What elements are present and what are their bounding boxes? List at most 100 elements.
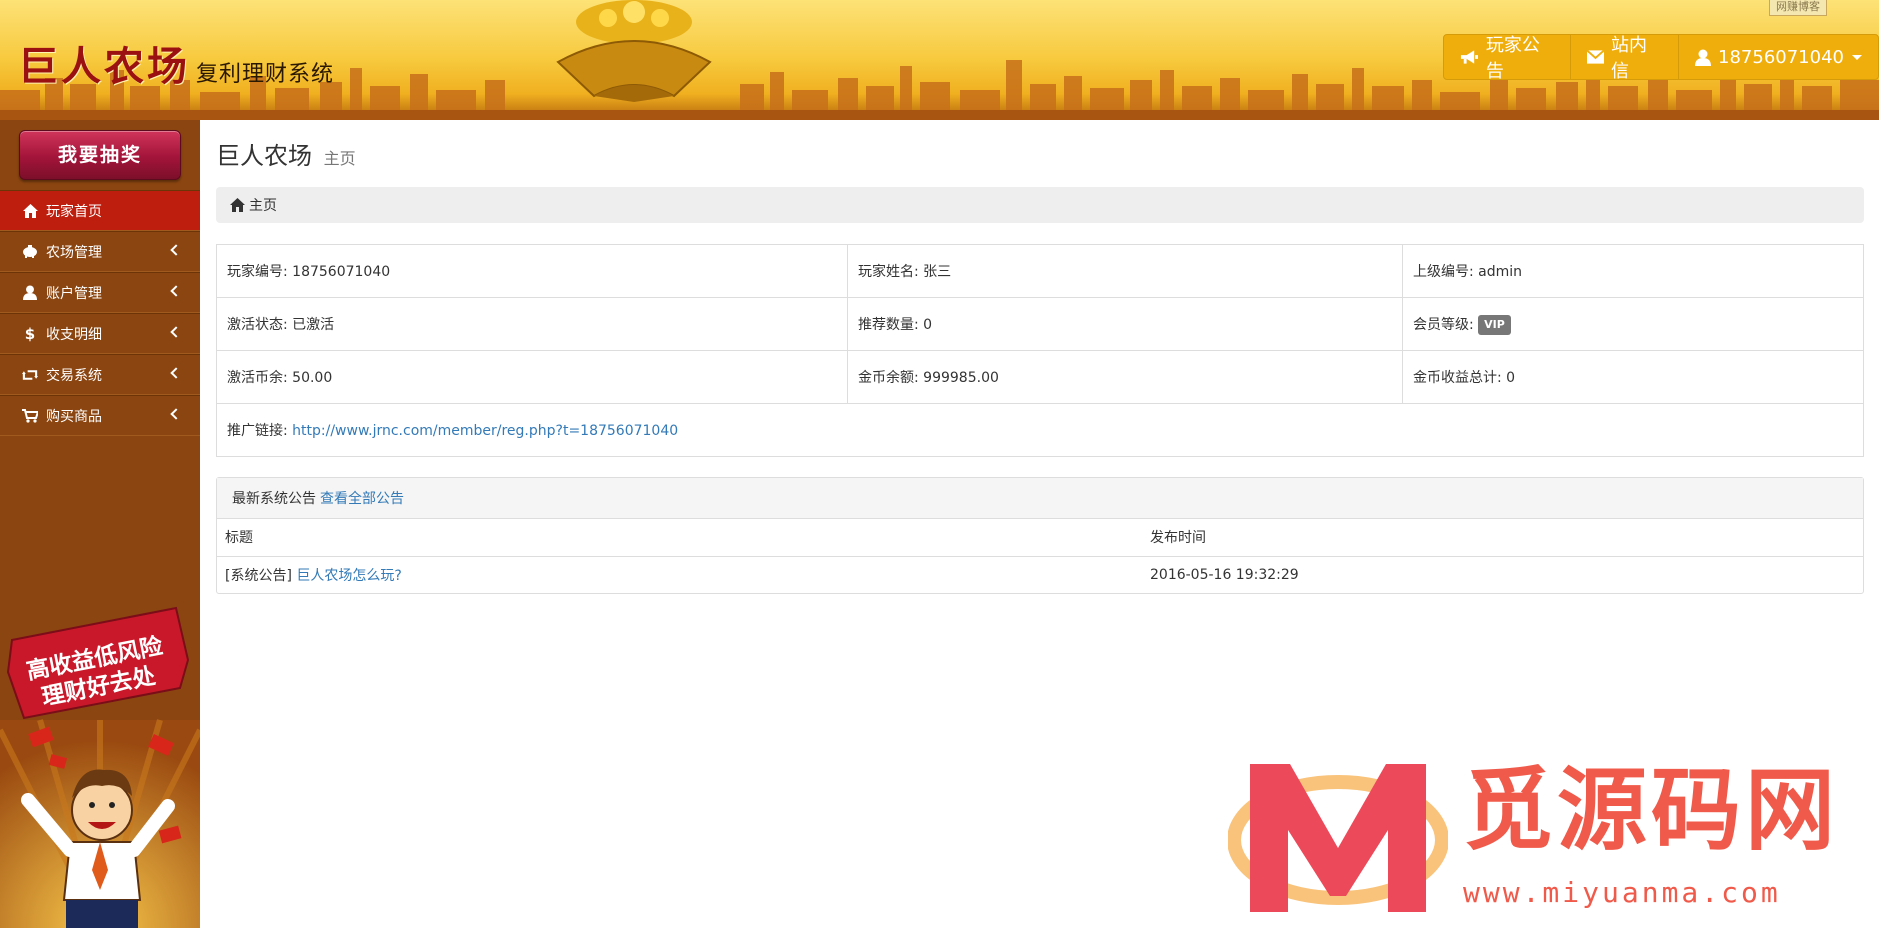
referrals-value: 0 [923,317,933,333]
sidebar-item-label: 账户管理 [46,285,102,302]
referrals-cell: 推荐数量: 0 [847,297,1403,351]
sidebar-item-label: 农场管理 [46,244,102,261]
table-row: 激活状态: 已激活 推荐数量: 0 会员等级: VIP [216,297,1864,351]
chevron-left-icon [170,244,182,256]
player-id-label: 玩家编号: [227,264,288,280]
player-id-cell: 玩家编号: 18756071040 [216,244,848,298]
sidebar-item-label: 玩家首页 [46,203,102,220]
nav-announcements[interactable]: 玩家公告 [1444,35,1571,79]
corner-tag[interactable]: 网赚博客 [1769,0,1827,16]
gold-balance-value: 999985.00 [923,370,999,386]
promo-banner-image: 高收益低风险 理财好去处 [0,560,200,928]
column-header-time: 发布时间 [1142,519,1863,557]
vip-badge: VIP [1478,314,1511,335]
activation-coins-label: 激活币余: [227,370,288,386]
gold-balance-cell: 金币余额: 999985.00 [847,350,1403,404]
referrals-label: 推荐数量: [858,317,919,333]
view-all-announcements-link[interactable]: 查看全部公告 [320,488,404,508]
parent-id-cell: 上级编号: admin [1402,244,1864,298]
breadcrumb: 主页 [216,187,1864,223]
nav-user-menu[interactable]: 18756071040 [1679,35,1878,79]
sidebar-item-home[interactable]: 玩家首页 [0,190,200,231]
chevron-left-icon [170,326,182,338]
breadcrumb-item-home[interactable]: 主页 [249,195,277,215]
brand-subtitle: 复利理财系统 [196,62,335,87]
caret-down-icon [1852,54,1862,60]
player-id-value: 18756071040 [292,264,391,280]
envelope-icon [1587,50,1604,64]
page-subtitle: 主页 [323,149,356,168]
brand-logo[interactable]: 巨人农场 复利理财系统 [18,34,334,92]
home-icon [22,203,38,219]
lottery-button[interactable]: 我要抽奖 [19,130,181,180]
gold-income-label: 金币收益总计: [1413,370,1502,386]
table-row: 推广链接: http://www.jrnc.com/member/reg.php… [216,403,1864,457]
announcements-panel: 最新系统公告 查看全部公告 标题 发布时间 [系统公告] 巨人农场怎么玩? 20… [216,477,1864,594]
piggy-bank-icon [22,244,38,260]
chevron-left-icon [170,285,182,297]
bullhorn-icon [1460,50,1478,64]
sidebar-item-account[interactable]: 账户管理 [0,272,200,313]
sidebar-menu: 玩家首页 农场管理 账户管理 $ 收支明细 交易系统 购买商品 [0,190,200,436]
main-content: 巨人农场 主页 主页 玩家编号: 18756071040 玩家姓名: 张三 上级… [216,120,1864,594]
player-name-cell: 玩家姓名: 张三 [847,244,1403,298]
gold-balance-label: 金币余额: [858,370,919,386]
sidebar-item-label: 交易系统 [46,367,102,384]
announcements-heading: 最新系统公告 查看全部公告 [217,478,1863,519]
activation-coins-value: 50.00 [292,370,333,386]
member-level-label: 会员等级: [1413,316,1474,333]
chevron-left-icon [170,367,182,379]
activation-value: 已激活 [292,317,335,333]
table-row: 激活币余: 50.00 金币余额: 999985.00 金币收益总计: 0 [216,350,1864,404]
promo-link-label: 推广链接: [227,423,288,439]
activation-cell: 激活状态: 已激活 [216,297,848,351]
watermark-text: 觅源码网 [1463,758,1839,863]
top-nav: 玩家公告 站内信 18756071040 [1443,34,1879,80]
sidebar-item-label: 收支明细 [46,326,102,343]
nav-messages[interactable]: 站内信 [1571,35,1680,80]
gold-income-cell: 金币收益总计: 0 [1402,350,1864,404]
parent-id-label: 上级编号: [1413,264,1474,280]
sidebar-item-trade[interactable]: 交易系统 [0,354,200,395]
chevron-left-icon [170,408,182,420]
activation-coins-cell: 激活币余: 50.00 [216,350,848,404]
member-level-cell: 会员等级: VIP [1402,297,1864,351]
announcement-link[interactable]: 巨人农场怎么玩? [296,568,401,584]
page-title-text: 巨人农场 [216,142,312,170]
brand-title: 巨人农场 [18,43,190,90]
announcement-time: 2016-05-16 19:32:29 [1150,566,1299,583]
user-icon [1695,49,1712,66]
watermark-url: www.miyuanma.com [1463,876,1781,909]
home-icon [230,198,245,212]
shopping-cart-icon [22,408,38,424]
sidebar-item-farm[interactable]: 农场管理 [0,231,200,272]
parent-id-value: admin [1478,264,1523,280]
player-info-table: 玩家编号: 18756071040 玩家姓名: 张三 上级编号: admin 激… [216,244,1864,457]
promo-link-cell: 推广链接: http://www.jrnc.com/member/reg.php… [216,403,1864,457]
sidebar-item-shop[interactable]: 购买商品 [0,395,200,436]
top-header: 巨人农场 复利理财系统 网赚博客 玩家公告 站内信 18756071040 [0,0,1879,120]
announcement-tag: [系统公告] [225,567,292,584]
announcements-table: 标题 发布时间 [系统公告] 巨人农场怎么玩? 2016-05-16 19:32… [217,519,1863,593]
page-title: 巨人农场 主页 [216,141,1864,171]
user-icon [22,285,38,301]
table-row: [系统公告] 巨人农场怎么玩? 2016-05-16 19:32:29 [217,556,1863,593]
sidebar-item-finance[interactable]: $ 收支明细 [0,313,200,354]
table-row: 玩家编号: 18756071040 玩家姓名: 张三 上级编号: admin [216,244,1864,298]
announcements-heading-label: 最新系统公告 [232,491,316,507]
player-name-value: 张三 [923,264,952,280]
nav-announcements-label: 玩家公告 [1485,35,1540,80]
gold-income-value: 0 [1506,370,1516,386]
table-header-row: 标题 发布时间 [217,519,1863,557]
retweet-icon [22,367,38,383]
player-name-label: 玩家姓名: [858,264,919,280]
column-header-title: 标题 [217,519,1142,557]
dollar-icon: $ [24,324,36,343]
activation-label: 激活状态: [227,317,288,333]
sidebar: 我要抽奖 玩家首页 农场管理 账户管理 $ 收支明细 交易系统 购买商品 高收益… [0,120,200,928]
nav-messages-label: 站内信 [1611,35,1647,80]
nav-user-label: 18756071040 [1718,46,1844,68]
promo-link[interactable]: http://www.jrnc.com/member/reg.php?t=187… [292,423,678,439]
sidebar-item-label: 购买商品 [46,408,102,425]
gold-fan-decoration [556,0,712,102]
